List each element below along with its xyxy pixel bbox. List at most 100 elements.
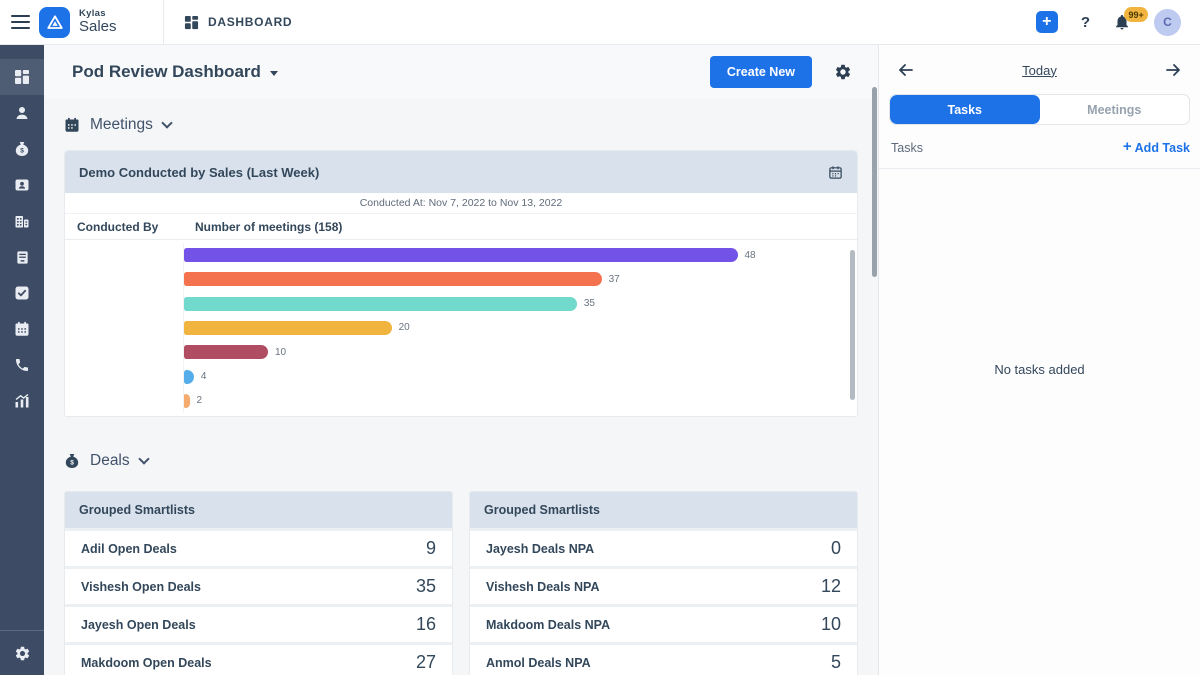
chart-value-label: 35 <box>584 298 595 309</box>
tab-meetings[interactable]: Meetings <box>1040 95 1190 124</box>
chart-bar[interactable] <box>184 297 577 311</box>
tasks-label: Tasks <box>891 141 923 155</box>
previous-day-arrow-icon[interactable] <box>898 62 914 78</box>
chart-track: 48 <box>184 248 857 262</box>
meetings-section-label: Meetings <box>90 116 153 134</box>
smartlist-row-value: 35 <box>416 576 436 597</box>
sidebar-item-contacts[interactable] <box>0 167 44 203</box>
calendar-filter-icon[interactable] <box>828 165 843 180</box>
user-avatar[interactable]: C <box>1154 9 1181 36</box>
money-bag-icon: $ <box>64 453 80 469</box>
help-icon[interactable]: ? <box>1081 14 1090 31</box>
page-title: Pod Review Dashboard <box>72 62 261 82</box>
sidebar-item-leads[interactable] <box>0 95 44 131</box>
sidebar-item-calls[interactable] <box>0 347 44 383</box>
smartlist-row-label: Makdoom Open Deals <box>81 656 212 670</box>
smartlist-row[interactable]: Jayesh Open Deals16 <box>65 607 452 642</box>
mountain-icon <box>43 10 67 34</box>
smartlist-row-value: 16 <box>416 614 436 635</box>
tasks-list-header: Tasks + Add Task <box>879 140 1200 169</box>
dashboard-settings-gear-icon[interactable] <box>834 63 852 81</box>
meetings-widget-card: Demo Conducted by Sales (Last Week) Cond… <box>64 150 858 417</box>
gear-icon <box>14 645 31 662</box>
chart-track: 10 <box>184 345 857 359</box>
tasks-meetings-tabs: Tasks Meetings <box>889 94 1190 125</box>
sidebar-item-settings[interactable] <box>0 631 44 675</box>
smartlist-row[interactable]: Adil Open Deals9 <box>65 531 452 566</box>
chart-bar[interactable] <box>184 321 392 335</box>
dashboard-header: Pod Review Dashboard Create New <box>44 45 878 99</box>
meetings-card-header: Demo Conducted by Sales (Last Week) <box>65 151 857 193</box>
sidebar-item-meetings[interactable] <box>0 311 44 347</box>
deals-section-header: $ Deals <box>64 448 858 474</box>
chart-table-header: Conducted By Number of meetings (158) <box>65 214 857 240</box>
svg-text:$: $ <box>20 148 24 155</box>
sidebar-item-reports[interactable] <box>0 383 44 419</box>
smartlist-row-value: 5 <box>831 652 841 673</box>
sidebar-item-companies[interactable] <box>0 203 44 239</box>
quick-add-button[interactable]: + <box>1036 11 1058 33</box>
smartlist-row[interactable]: Vishesh Deals NPA 12 <box>470 569 857 604</box>
chart-track: 20 <box>184 321 857 335</box>
create-new-button[interactable]: Create New <box>710 56 812 88</box>
nav-item-dashboard[interactable]: DASHBOARD <box>184 15 292 30</box>
chart-row: 48 <box>65 243 857 267</box>
smartlist-row[interactable]: Makdoom Deals NPA10 <box>470 607 857 642</box>
chart-bar[interactable] <box>184 370 194 384</box>
brand-name-bottom: Sales <box>79 19 117 35</box>
smartlist-row-value: 0 <box>831 538 841 559</box>
dashboard-title-dropdown[interactable]: Pod Review Dashboard <box>72 62 278 82</box>
date-navigation: Today <box>879 45 1200 86</box>
smartlist-row[interactable]: Anmol Deals NPA5 <box>470 645 857 675</box>
dashboard-grid-icon <box>14 69 30 85</box>
chart-body: 483735201042 <box>65 240 857 416</box>
brand-text: Kylas Sales <box>79 9 117 35</box>
smartlist-row-value: 27 <box>416 652 436 673</box>
plus-icon: + <box>1123 138 1132 155</box>
hamburger-menu-icon[interactable] <box>11 15 30 30</box>
chart-bar[interactable] <box>184 272 602 286</box>
dashboard-grid-icon <box>184 15 199 30</box>
kylas-logo[interactable] <box>39 7 70 38</box>
chart-row: 2 <box>65 389 857 413</box>
svg-text:$: $ <box>70 460 74 467</box>
sidebar-item-deals[interactable]: $ <box>0 131 44 167</box>
smartlist-row-value: 12 <box>821 576 841 597</box>
dashboard-widgets: Meetings Demo Conducted by Sales (Last W… <box>44 112 878 675</box>
top-nav: DASHBOARD <box>164 15 1036 30</box>
chart-bar[interactable] <box>184 394 190 408</box>
chart-scrollbar[interactable] <box>850 250 855 400</box>
chevron-down-icon[interactable] <box>161 117 172 128</box>
deals-widgets: Grouped Smartlists Adil Open Deals9Vishe… <box>64 491 858 675</box>
agenda-panel: Today Tasks Meetings Tasks + Add Task No… <box>878 45 1200 675</box>
smartlist-row-label: Vishesh Deals NPA <box>486 580 599 594</box>
notifications-bell-icon[interactable]: 99+ <box>1113 13 1131 31</box>
main-content: Pod Review Dashboard Create New <box>44 45 878 675</box>
smartlist-row-value: 9 <box>426 538 436 559</box>
add-task-button[interactable]: + Add Task <box>1123 140 1190 155</box>
smartlist-row[interactable]: Makdoom Open Deals 27 <box>65 645 452 675</box>
tab-tasks[interactable]: Tasks <box>890 95 1040 124</box>
main-scrollbar[interactable] <box>871 45 878 675</box>
smartlist-row[interactable]: Vishesh Open Deals35 <box>65 569 452 604</box>
chart-track: 2 <box>184 394 857 408</box>
next-day-arrow-icon[interactable] <box>1165 62 1181 78</box>
sidebar-item-products[interactable] <box>0 239 44 275</box>
smartlist-row[interactable]: Jayesh Deals NPA0 <box>470 531 857 566</box>
chart-bar[interactable] <box>184 345 268 359</box>
header-actions: Create New <box>710 56 852 88</box>
chart-row: 20 <box>65 316 857 340</box>
bar-chart-icon <box>14 393 30 409</box>
chart-bar[interactable] <box>184 248 738 262</box>
sidebar-item-tasks[interactable] <box>0 275 44 311</box>
main-scrollbar-thumb[interactable] <box>872 87 877 277</box>
smartlist-rows: Adil Open Deals9Vishesh Open Deals35Jaye… <box>65 531 452 675</box>
chart-category-cell <box>65 365 184 389</box>
chevron-down-icon[interactable] <box>138 453 149 464</box>
today-link[interactable]: Today <box>1022 63 1057 78</box>
chart-row: 35 <box>65 292 857 316</box>
sidebar-item-dashboard[interactable] <box>0 59 44 95</box>
chart-category-cell <box>65 389 184 413</box>
chart-row: 37 <box>65 267 857 291</box>
chart-category-cell <box>65 316 184 340</box>
